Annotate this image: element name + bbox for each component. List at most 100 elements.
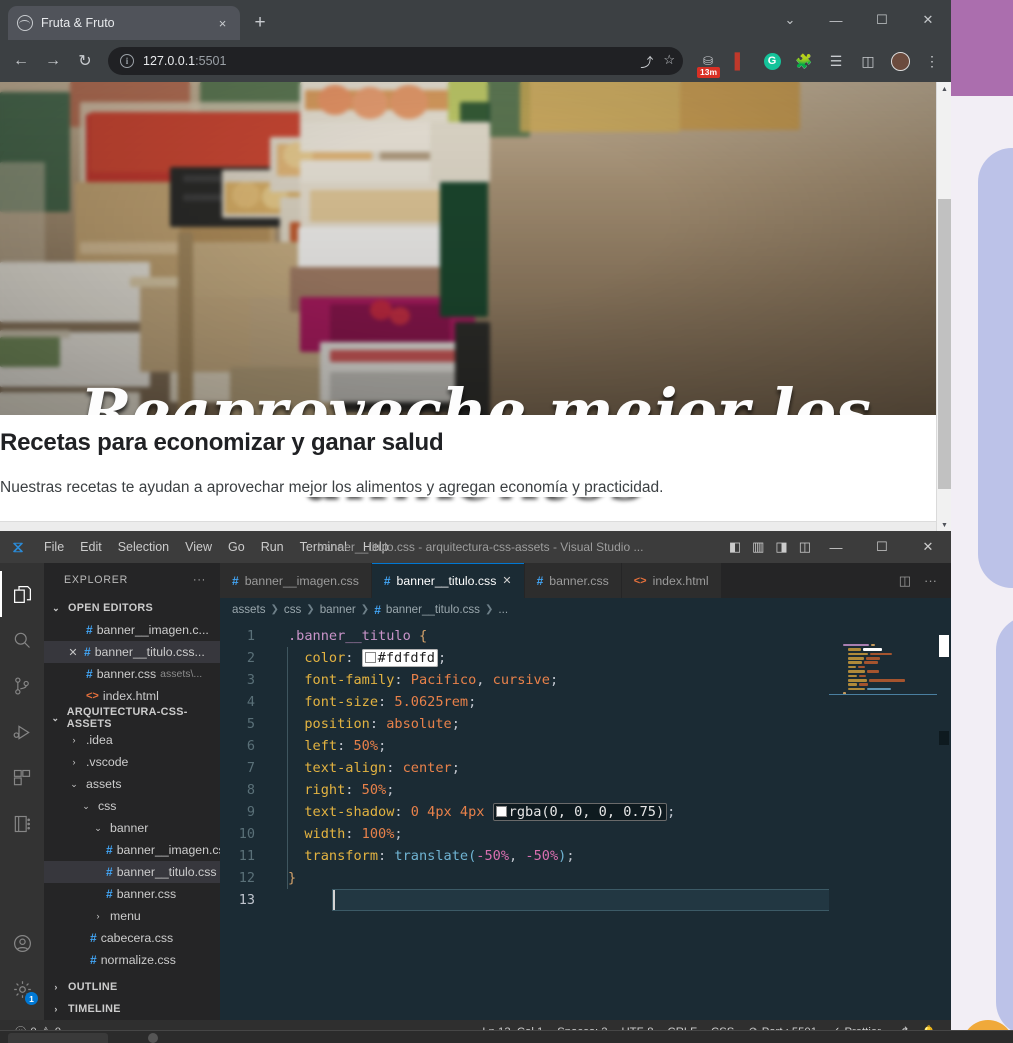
code-editor[interactable]: 1 2 3 4 5 6 7 8 9 10 11 12 13 .banner__t… <box>220 621 951 1020</box>
breadcrumb-banner[interactable]: banner <box>320 603 356 616</box>
code-line-8[interactable]: right: 50%; <box>264 779 829 801</box>
tab-banner-css[interactable]: # banner.css <box>524 563 622 598</box>
code-line-4[interactable]: font-size: 5.0625rem; <box>264 691 829 713</box>
forward-button[interactable]: → <box>38 46 68 76</box>
menu-run[interactable]: Run <box>253 537 292 557</box>
taskbar-item[interactable] <box>8 1033 108 1043</box>
breadcrumb-symbol[interactable]: ... <box>498 603 508 616</box>
extensions-icon[interactable] <box>0 755 44 801</box>
explorer-more-icon[interactable]: ··· <box>193 574 206 586</box>
search-icon[interactable] <box>0 617 44 663</box>
tab-banner-titulo-css[interactable]: # banner__titulo.css ✕ <box>371 563 525 598</box>
page-scrollbar[interactable]: ▲ ▼ <box>936 82 951 533</box>
code-line-1[interactable]: .banner__titulo { <box>264 625 829 647</box>
breadcrumb-css[interactable]: css <box>284 603 301 616</box>
code-line-13[interactable] <box>264 889 829 911</box>
notebook-icon[interactable] <box>0 801 44 847</box>
close-window-button[interactable]: ✕ <box>905 4 951 36</box>
open-editor-item[interactable]: # banner.css assets\... <box>44 663 220 685</box>
sidepanel-icon[interactable]: ◫ <box>855 48 881 74</box>
code-line-7[interactable]: text-align: center; <box>264 757 829 779</box>
tree-file-banner-titulo-css[interactable]: # banner__titulo.css <box>44 861 220 883</box>
toggle-panel-icon[interactable]: ▥ <box>752 539 764 555</box>
breadcrumb-file[interactable]: banner__titulo.css <box>386 603 480 616</box>
close-icon[interactable]: ✕ <box>502 574 511 587</box>
section-timeline[interactable]: › TIMELINE <box>44 998 220 1020</box>
scrollbar-thumb[interactable] <box>938 199 951 489</box>
playlist-icon[interactable]: ☰ <box>823 48 849 74</box>
tree-folder-vscode[interactable]: › .vscode <box>44 751 220 773</box>
menu-help[interactable]: Help <box>355 537 397 557</box>
minimize-button[interactable]: — <box>813 531 859 563</box>
split-editor-icon[interactable]: ◫ <box>899 573 911 589</box>
open-editor-item[interactable]: # banner__imagen.c... <box>44 619 220 641</box>
star-icon[interactable]: ☆ <box>663 52 675 71</box>
manage-settings-icon[interactable]: 1 <box>0 966 44 1012</box>
menu-terminal[interactable]: Terminal <box>292 537 355 557</box>
tree-file-normalize-css[interactable]: # normalize.css <box>44 949 220 971</box>
close-icon[interactable]: ✕ <box>66 646 80 659</box>
open-editor-item[interactable]: <> index.html <box>44 685 220 707</box>
back-button[interactable]: ← <box>6 46 36 76</box>
close-window-button[interactable]: ✕ <box>905 531 951 563</box>
section-open-editors[interactable]: ⌄ OPEN EDITORS <box>44 597 220 619</box>
menu-edit[interactable]: Edit <box>72 537 110 557</box>
accounts-icon[interactable] <box>0 920 44 966</box>
source-control-icon[interactable] <box>0 663 44 709</box>
tree-folder-css[interactable]: ⌄ css <box>44 795 220 817</box>
tree-folder-menu[interactable]: › menu <box>44 905 220 927</box>
address-bar[interactable]: i 127.0.0.1:5501 ⤴ ☆ <box>108 47 683 75</box>
tree-file-banner-imagen-css[interactable]: # banner__imagen.css <box>44 839 220 861</box>
site-info-icon[interactable]: i <box>120 54 134 68</box>
explorer-icon[interactable] <box>0 571 44 617</box>
editor-scrollbar[interactable] <box>937 621 951 1020</box>
color-swatch-icon[interactable] <box>495 806 507 817</box>
reload-button[interactable]: ↻ <box>70 46 100 76</box>
close-icon[interactable]: × <box>214 15 231 32</box>
extension-badge-icon[interactable]: ⛁ 13m <box>695 48 721 78</box>
maximize-button[interactable]: ☐ <box>859 531 905 563</box>
breadcrumb-assets[interactable]: assets <box>232 603 266 616</box>
tree-folder-assets[interactable]: ⌄ assets <box>44 773 220 795</box>
share-icon[interactable]: ⤴ <box>640 52 653 71</box>
code-line-9[interactable]: text-shadow: 0 4px 4px rgba(0, 0, 0, 0.7… <box>264 801 829 823</box>
code-line-12[interactable]: } <box>264 867 829 889</box>
editor-minimap[interactable] <box>829 621 937 1020</box>
tree-file-banner-css[interactable]: # banner.css <box>44 883 220 905</box>
chrome-menu-icon[interactable]: ⋮ <box>919 48 945 74</box>
code-line-11[interactable]: transform: translate(-50%, -50%); <box>264 845 829 867</box>
extensions-puzzle-icon[interactable]: 🧩 <box>791 48 817 74</box>
scroll-up-arrow[interactable]: ▲ <box>937 82 951 97</box>
section-outline[interactable]: › OUTLINE <box>44 976 220 998</box>
dictionary-icon[interactable]: ▌ <box>727 48 753 74</box>
customize-layout-icon[interactable]: ◫ <box>799 539 811 555</box>
code-lines[interactable]: .banner__titulo { color: #fdfdfd; font-f… <box>264 621 906 1020</box>
maximize-button[interactable]: ☐ <box>859 4 905 36</box>
editor-actions-more-icon[interactable]: ··· <box>924 573 937 588</box>
code-line-6[interactable]: left: 50%; <box>264 735 829 757</box>
tree-folder-idea[interactable]: › .idea <box>44 729 220 751</box>
code-line-10[interactable]: width: 100%; <box>264 823 829 845</box>
tab-banner-imagen-css[interactable]: # banner__imagen.css <box>220 563 372 598</box>
chevron-down-icon[interactable]: ⌄ <box>767 4 813 36</box>
toggle-secondary-sidebar-icon[interactable]: ◨ <box>775 539 787 555</box>
tree-file-cabecera-css[interactable]: # cabecera.css <box>44 927 220 949</box>
code-line-2[interactable]: color: #fdfdfd; <box>264 647 829 669</box>
section-project-root[interactable]: ⌄ ARQUITECTURA-CSS-ASSETS <box>44 706 220 730</box>
profile-avatar[interactable] <box>887 48 913 74</box>
minimize-button[interactable]: — <box>813 4 859 36</box>
grammarly-icon[interactable]: G <box>759 48 785 74</box>
new-tab-button[interactable]: + <box>246 9 274 37</box>
open-editor-item[interactable]: ✕ # banner__titulo.css... <box>44 641 220 663</box>
run-and-debug-icon[interactable] <box>0 709 44 755</box>
menu-view[interactable]: View <box>177 537 220 557</box>
tree-folder-banner[interactable]: ⌄ banner <box>44 817 220 839</box>
color-swatch-icon[interactable] <box>364 652 376 663</box>
code-line-3[interactable]: font-family: Pacifico, cursive; <box>264 669 829 691</box>
menu-file[interactable]: File <box>36 537 72 557</box>
tab-index-html[interactable]: <> index.html <box>621 563 722 598</box>
toggle-primary-sidebar-icon[interactable]: ◧ <box>729 539 741 555</box>
browser-tab[interactable]: Fruta & Fruto × <box>8 6 240 40</box>
code-line-5[interactable]: position: absolute; <box>264 713 829 735</box>
menu-selection[interactable]: Selection <box>110 537 177 557</box>
